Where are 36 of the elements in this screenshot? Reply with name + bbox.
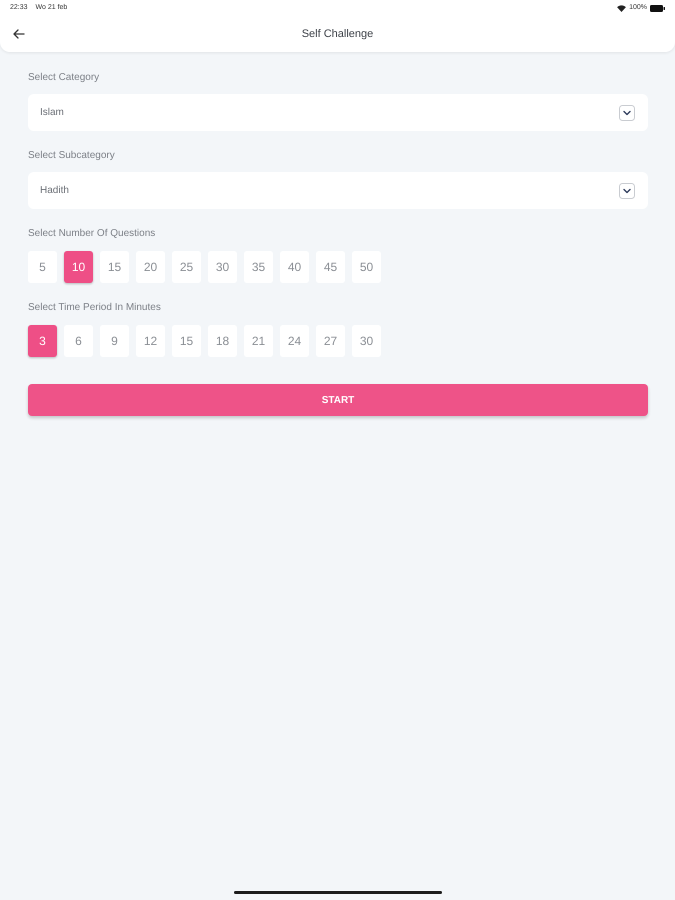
option-chip[interactable]: 40 xyxy=(280,251,309,283)
option-chip[interactable]: 24 xyxy=(280,325,309,357)
dropdown-value: Hadith xyxy=(40,184,69,198)
option-chip[interactable]: 6 xyxy=(64,325,93,357)
section-label: Select Number Of Questions xyxy=(28,228,156,240)
option-chip[interactable]: 15 xyxy=(100,251,129,283)
back-arrow-icon xyxy=(13,29,25,39)
option-chip[interactable]: 25 xyxy=(172,251,201,283)
option-chip[interactable]: 5 xyxy=(28,251,57,283)
start-button[interactable]: START xyxy=(28,384,648,416)
back-button[interactable] xyxy=(12,27,26,41)
field-label: Select Category xyxy=(28,72,100,84)
section-label: Select Time Period In Minutes xyxy=(28,302,162,314)
option-chip[interactable]: 9 xyxy=(100,325,129,357)
option-chip[interactable]: 21 xyxy=(244,325,273,357)
chevron-down-icon xyxy=(619,104,635,120)
option-chip[interactable]: 12 xyxy=(136,325,165,357)
battery-icon xyxy=(650,4,665,12)
option-chip[interactable]: 10 xyxy=(64,251,93,283)
option-chip[interactable]: 45 xyxy=(316,251,345,283)
option-chip[interactable]: 30 xyxy=(352,325,381,357)
option-chip[interactable]: 35 xyxy=(244,251,273,283)
option-chip[interactable]: 30 xyxy=(208,251,237,283)
dropdown-field[interactable]: Islam xyxy=(28,94,648,131)
wifi-icon xyxy=(617,4,626,12)
option-chip[interactable]: 3 xyxy=(28,325,57,357)
page-title: Self Challenge xyxy=(302,26,374,42)
field-label: Select Subcategory xyxy=(28,150,116,162)
option-chip[interactable]: 27 xyxy=(316,325,345,357)
option-chip[interactable]: 20 xyxy=(136,251,165,283)
option-chip[interactable]: 15 xyxy=(172,325,201,357)
dropdown-value: Islam xyxy=(40,106,64,120)
option-chip[interactable]: 50 xyxy=(352,251,381,283)
dropdown-field[interactable]: Hadith xyxy=(28,172,648,209)
chevron-down-icon xyxy=(619,182,635,198)
option-chip[interactable]: 18 xyxy=(208,325,237,357)
